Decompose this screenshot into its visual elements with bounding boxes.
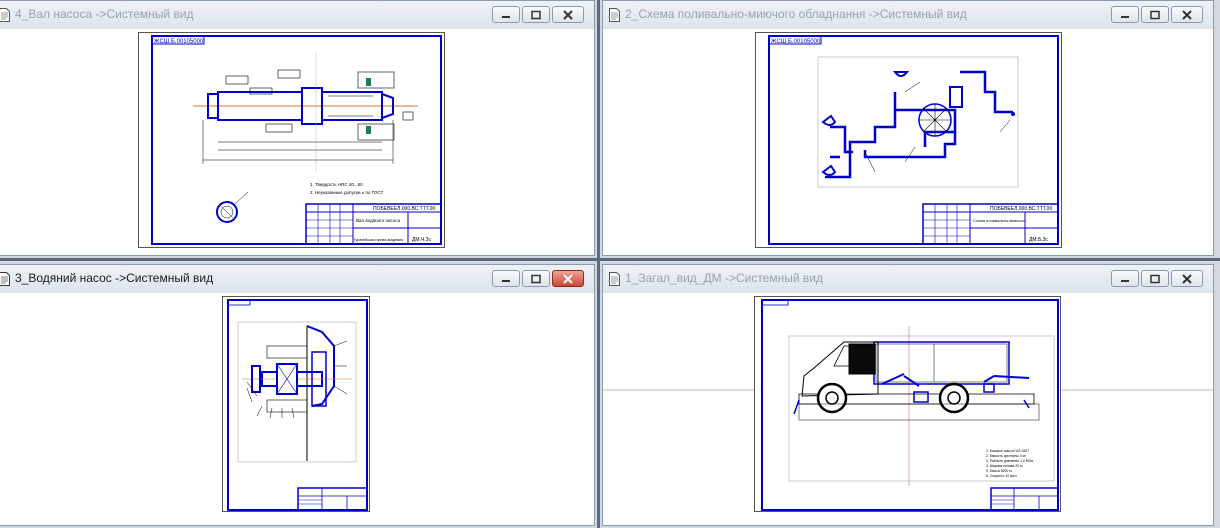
window-scheme[interactable]: 2_Схема поливально-миючого обладнання ->…: [602, 0, 1214, 256]
title-code: ПОБЕВЕЕЛ.000.ВС.ТТТ.00: [373, 206, 435, 212]
shaft-note-1: 1. Твердость НRC 40...50: [310, 182, 363, 187]
window-title: 4_Вал насоса ->Системный вид: [15, 7, 194, 21]
close-button[interactable]: [552, 6, 584, 23]
window-pump[interactable]: 3_Водяний насос ->Системный вид: [0, 264, 595, 526]
window-titlebar[interactable]: 4_Вал насоса ->Системный вид: [0, 1, 594, 30]
window-titlebar[interactable]: 3_Водяний насос ->Системный вид: [0, 265, 594, 294]
title-code: ПОБЕВЕЕЛ.000.ВС.ТТТ.00: [990, 206, 1052, 212]
window-titlebar[interactable]: 2_Схема поливально-миючого обладнання ->…: [603, 1, 1213, 30]
drawing-canvas[interactable]: ЖСШ.Б.00105000. ПОБЕВЕЕЛ.000.ВС.ТТТ.00 С…: [603, 29, 1213, 255]
close-button[interactable]: [1171, 270, 1203, 287]
truck-drawing-sheet: 1. Базовое шасси ГАЗ-3307 2. Емкость цис…: [754, 296, 1061, 512]
maximize-button[interactable]: [522, 6, 550, 23]
title-group: ДМ.Б.3с: [1029, 237, 1048, 243]
stamp-code: ЖСШ.Б.00105000.: [154, 39, 205, 45]
close-button[interactable]: [1171, 6, 1203, 23]
truck-note-2: 2. Емкость цистерны 4 м³: [986, 454, 1027, 458]
window-title: 1_Загал_вид_ДМ ->Системный вид: [625, 271, 823, 285]
pump-drawing-sheet: [222, 296, 370, 512]
minimize-button[interactable]: [1111, 270, 1139, 287]
window-title: 2_Схема поливально-миючого обладнання ->…: [625, 7, 967, 21]
shaft-note-2: 2. Неуказанные допуски ± по ГОСТ: [310, 190, 383, 195]
close-button[interactable]: [552, 270, 584, 287]
drawing-canvas[interactable]: 1. Базовое шасси ГАЗ-3307 2. Емкость цис…: [603, 293, 1213, 525]
window-general-view[interactable]: 1_Загал_вид_ДМ ->Системный вид 1. Базово…: [602, 264, 1214, 526]
document-icon: [609, 272, 620, 286]
truck-note-5: 5. Масса 6200 кг: [986, 469, 1013, 473]
truck-note-6: 6. Скорость 10 км/ч: [986, 474, 1017, 478]
window-title: 3_Водяний насос ->Системный вид: [15, 271, 214, 285]
horizontal-splitter[interactable]: [0, 258, 1220, 261]
scheme-drawing-sheet: ЖСШ.Б.00105000. ПОБЕВЕЕЛ.000.ВС.ТТТ.00 С…: [755, 32, 1062, 248]
stamp-code: ЖСШ.Б.00105000.: [771, 39, 822, 45]
truck-note-1: 1. Базовое шасси ГАЗ-3307: [986, 449, 1029, 453]
minimize-button[interactable]: [1111, 6, 1139, 23]
maximize-button[interactable]: [1141, 270, 1169, 287]
maximize-button[interactable]: [522, 270, 550, 287]
drawing-canvas[interactable]: ЖСШ.Б.00105000. 1. Твердость НRC 40...50…: [0, 29, 594, 255]
title-name: Схема поливально-миючого: [973, 218, 1026, 223]
window-titlebar[interactable]: 1_Загал_вид_ДМ ->Системный вид: [603, 265, 1213, 294]
minimize-button[interactable]: [492, 6, 520, 23]
title-name: Вал водяного насоса: [356, 218, 401, 223]
truck-note-3: 3. Рабочее давление 1,0 МПа: [986, 459, 1033, 463]
title-group: ДМ.Ч.3с: [412, 237, 431, 243]
truck-note-4: 4. Ширина полива 20 м: [986, 464, 1023, 468]
minimize-button[interactable]: [492, 270, 520, 287]
document-icon: [609, 8, 620, 22]
document-icon: [0, 8, 10, 22]
window-shaft[interactable]: 4_Вал насоса ->Системный вид ЖСШ.Б.00105…: [0, 0, 595, 256]
maximize-button[interactable]: [1141, 6, 1169, 23]
vertical-splitter[interactable]: [597, 0, 600, 528]
shaft-drawing-sheet: ЖСШ.Б.00105000. 1. Твердость НRC 40...50…: [138, 32, 445, 248]
title-org: Гуралейская горная академия: [354, 238, 403, 242]
drawing-canvas[interactable]: [0, 293, 594, 525]
document-icon: [0, 272, 10, 286]
